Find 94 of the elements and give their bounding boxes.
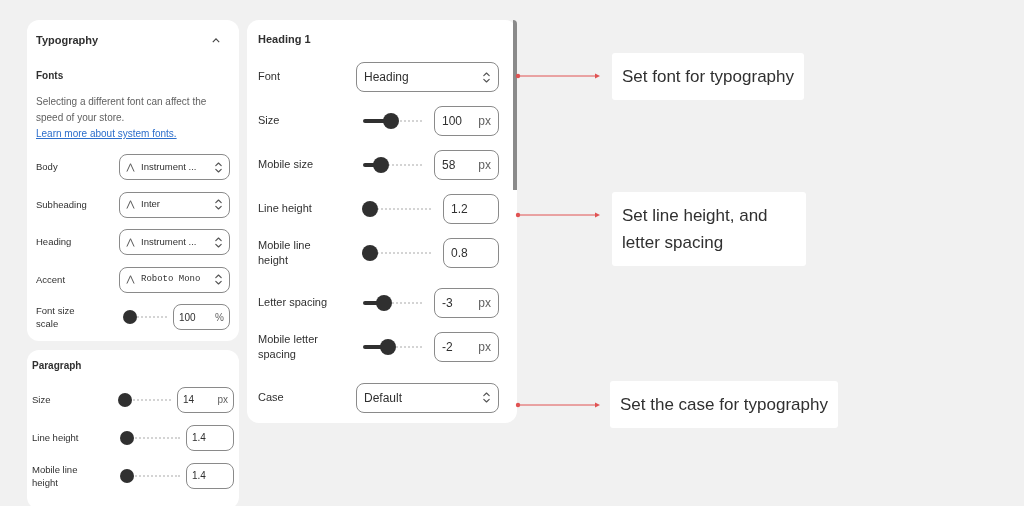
description-text: Selecting a different font can affect the speed of your store. xyxy=(36,95,208,125)
field-label: Size xyxy=(258,113,281,129)
slider[interactable] xyxy=(122,467,180,484)
select-chevron-icon xyxy=(214,273,223,286)
field-value: 1.2 xyxy=(451,201,468,218)
slider[interactable] xyxy=(363,157,422,173)
font-icon xyxy=(126,162,135,172)
field-value: -3 xyxy=(442,294,453,312)
slider-thumb[interactable] xyxy=(379,339,396,356)
slider-thumb[interactable] xyxy=(119,430,134,445)
slider[interactable] xyxy=(363,294,422,311)
select-value: Instrument ... xyxy=(141,159,198,174)
field-label: Accent xyxy=(36,272,67,287)
number-field[interactable]: 0.8 xyxy=(443,238,499,269)
select-value: Heading xyxy=(364,69,410,86)
number-field[interactable]: 100 % xyxy=(173,304,230,331)
slider[interactable] xyxy=(126,309,167,326)
field-label: Body xyxy=(36,160,59,174)
slider[interactable] xyxy=(363,245,431,262)
scrollbar[interactable] xyxy=(513,20,517,190)
slider[interactable] xyxy=(122,429,180,446)
panel-title: Heading 1 xyxy=(258,32,312,47)
font-icon xyxy=(126,237,135,247)
font-icon xyxy=(126,200,135,209)
panel-title: Typography xyxy=(36,32,99,48)
panel-title: Paragraph xyxy=(32,358,83,373)
help-link[interactable]: Learn more about system fonts. xyxy=(36,126,177,142)
slider-thumb[interactable] xyxy=(361,201,378,217)
slider-thumb[interactable] xyxy=(372,157,389,173)
field-label: Line height xyxy=(32,430,80,445)
field-value: 1.4 xyxy=(192,469,206,484)
slider-thumb[interactable] xyxy=(119,468,134,483)
slider-thumb[interactable] xyxy=(361,245,378,262)
select-value: Instrument ... xyxy=(141,234,198,249)
select-field[interactable]: Default xyxy=(356,382,499,413)
select-field[interactable]: Heading xyxy=(356,62,499,92)
field-label: Subheading xyxy=(36,197,88,212)
number-field[interactable]: 1.4 xyxy=(186,462,234,489)
field-label: Mobile letter spacing xyxy=(258,331,319,363)
slider[interactable] xyxy=(363,339,422,356)
select-value: Roboto Mono xyxy=(141,272,202,286)
field-label: Size xyxy=(32,392,52,407)
slider[interactable] xyxy=(363,201,431,217)
field-label: Mobile size xyxy=(258,157,315,173)
field-value: -2 xyxy=(442,339,453,357)
select-field[interactable]: Instrument ... xyxy=(119,154,230,180)
field-value: 1.4 xyxy=(192,431,206,446)
select-chevron-icon xyxy=(214,235,223,249)
number-field[interactable]: 100 px xyxy=(434,106,499,136)
select-chevron-icon xyxy=(482,70,491,84)
number-field[interactable]: 58 px xyxy=(434,150,499,180)
field-label: Heading xyxy=(36,235,73,249)
field-label: Letter spacing xyxy=(258,295,329,311)
number-field[interactable]: 14 px xyxy=(177,386,234,413)
select-chevron-icon xyxy=(482,391,491,405)
select-value: Default xyxy=(364,389,404,407)
callout-text: Set the case for typography xyxy=(610,381,838,428)
slider[interactable] xyxy=(363,113,422,129)
unit-label: px xyxy=(478,113,491,130)
select-field[interactable]: Inter xyxy=(119,191,230,218)
number-field[interactable]: 1.2 xyxy=(443,194,499,224)
field-value: 14 xyxy=(183,393,195,408)
field-value: 0.8 xyxy=(451,245,468,263)
field-value: 100 xyxy=(442,113,463,130)
field-label: Mobile line height xyxy=(258,238,312,269)
number-field[interactable]: 1.4 xyxy=(186,424,234,451)
unit-label: % xyxy=(215,310,224,325)
callout-text: Set font for typography xyxy=(612,53,804,100)
number-field[interactable]: -3 px xyxy=(434,287,499,318)
select-chevron-icon xyxy=(214,160,223,174)
field-label: Font xyxy=(258,69,281,85)
section-title: Fonts xyxy=(36,69,65,83)
slider-thumb[interactable] xyxy=(118,392,133,407)
unit-label: px xyxy=(478,339,491,357)
select-value: Inter xyxy=(141,197,161,212)
unit-label: px xyxy=(478,157,491,174)
field-value: 100 xyxy=(179,310,196,325)
font-icon xyxy=(126,275,135,284)
unit-label: px xyxy=(478,294,491,312)
select-field[interactable]: Roboto Mono xyxy=(119,266,230,293)
slider-thumb[interactable] xyxy=(382,113,399,129)
field-label: Mobile line height xyxy=(32,462,79,490)
select-chevron-icon xyxy=(214,198,223,211)
slider-thumb[interactable] xyxy=(375,294,392,311)
unit-label: px xyxy=(217,393,228,408)
field-label: Case xyxy=(258,389,285,405)
callout-text: Set line height, and letter spacing xyxy=(612,192,806,266)
number-field[interactable]: -2 px xyxy=(434,332,499,363)
chevron-up-icon[interactable] xyxy=(212,37,220,43)
select-field[interactable]: Instrument ... xyxy=(119,229,230,255)
field-label: Font size scale xyxy=(36,304,76,331)
field-label: Line height xyxy=(258,201,313,217)
field-value: 58 xyxy=(442,157,456,174)
slider-thumb[interactable] xyxy=(123,310,138,325)
